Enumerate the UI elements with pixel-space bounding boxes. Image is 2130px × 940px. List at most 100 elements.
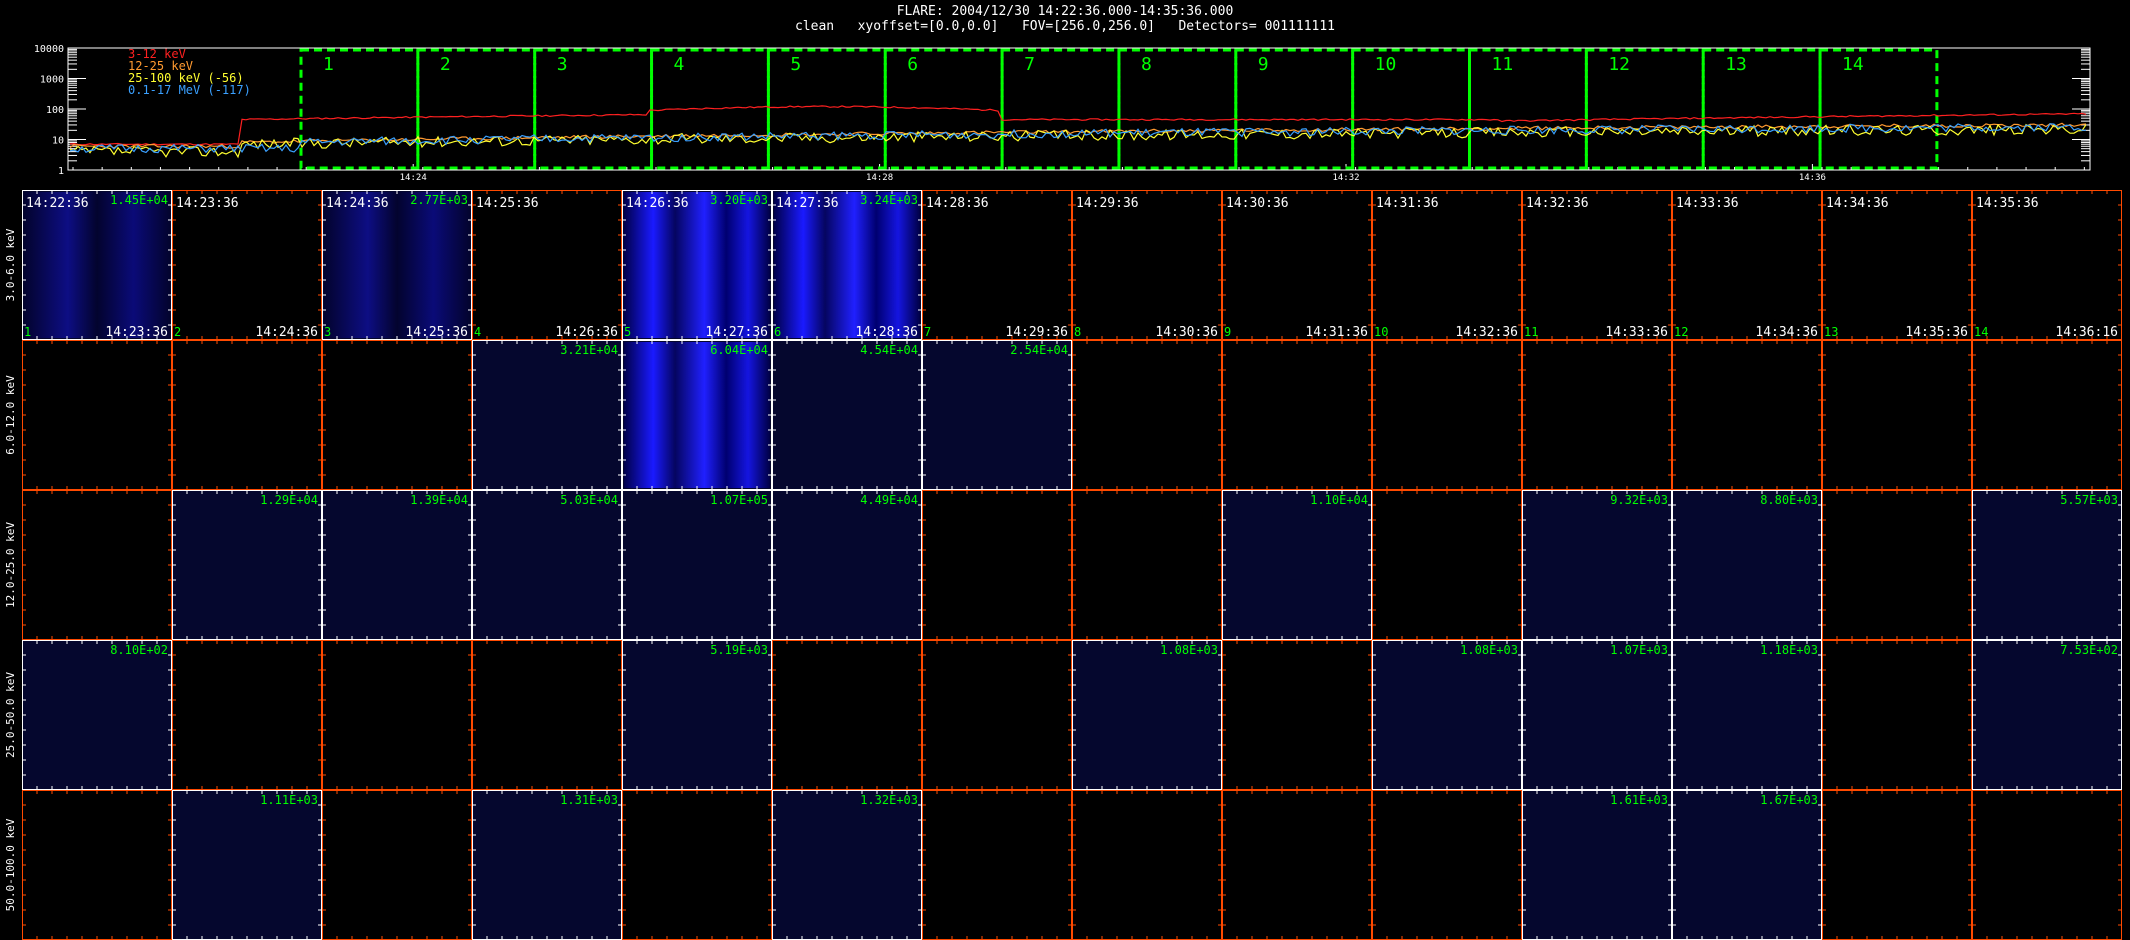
image-cell <box>22 790 172 940</box>
image-interval-number: 11 <box>1524 325 1538 339</box>
image-cell <box>1522 190 1672 340</box>
interval-end-time: 14:25:36 <box>405 325 468 340</box>
image-interval-number: 3 <box>324 325 331 339</box>
energy-band-label: 3.0-6.0 keV <box>4 228 17 301</box>
image-cell <box>922 190 1072 340</box>
image-cell <box>322 340 472 490</box>
interval-start-time: 14:34:36 <box>1826 196 1889 211</box>
image-cell <box>1072 790 1222 940</box>
peak-value: 5.57E+03 <box>2060 493 2118 507</box>
image-cell <box>472 490 622 640</box>
image-cell <box>1372 340 1522 490</box>
image-cell <box>922 340 1072 490</box>
image-interval-number: 1 <box>24 325 31 339</box>
interval-start-time: 14:24:36 <box>326 196 389 211</box>
interval-end-time: 14:32:36 <box>1455 325 1518 340</box>
image-interval-number: 5 <box>624 325 631 339</box>
image-cell <box>1672 490 1822 640</box>
interval-start-time: 14:33:36 <box>1676 196 1739 211</box>
source-emission <box>324 192 470 338</box>
peak-value: 6.04E+04 <box>710 343 768 357</box>
peak-value: 1.08E+03 <box>1160 643 1218 657</box>
peak-value: 2.77E+03 <box>410 193 468 207</box>
image-cell <box>1072 490 1222 640</box>
image-cell <box>772 640 922 790</box>
image-cell <box>472 640 622 790</box>
image-cell <box>1222 340 1372 490</box>
image-interval-number: 14 <box>1974 325 1988 339</box>
image-cell <box>322 640 472 790</box>
image-cell <box>1822 340 1972 490</box>
interval-start-time: 14:29:36 <box>1076 196 1139 211</box>
source-emission <box>774 192 920 338</box>
image-interval-number: 4 <box>474 325 481 339</box>
image-interval-number: 10 <box>1374 325 1388 339</box>
image-cell <box>1522 490 1672 640</box>
interval-end-time: 14:29:36 <box>1005 325 1068 340</box>
image-cell <box>172 640 322 790</box>
image-cell <box>1972 490 2122 640</box>
image-cell <box>22 490 172 640</box>
energy-band-label: 6.0-12.0 keV <box>4 375 17 455</box>
interval-start-time: 14:22:36 <box>26 196 89 211</box>
peak-value: 5.03E+04 <box>560 493 618 507</box>
image-cell <box>1072 190 1222 340</box>
interval-start-time: 14:35:36 <box>1976 196 2039 211</box>
image-cell <box>622 790 772 940</box>
peak-value: 1.31E+03 <box>560 793 618 807</box>
image-cell <box>922 790 1072 940</box>
image-cell <box>1372 790 1522 940</box>
image-cell <box>772 790 922 940</box>
interval-start-time: 14:23:36 <box>176 196 239 211</box>
image-cell <box>1672 790 1822 940</box>
image-cell <box>172 340 322 490</box>
image-cell <box>1822 490 1972 640</box>
peak-value: 1.67E+03 <box>1760 793 1818 807</box>
image-cell <box>172 790 322 940</box>
image-cell <box>1072 340 1222 490</box>
image-cell <box>1522 340 1672 490</box>
interval-end-time: 14:28:36 <box>855 325 918 340</box>
image-cell <box>472 190 622 340</box>
image-cell <box>1072 640 1222 790</box>
peak-value: 4.54E+04 <box>860 343 918 357</box>
peak-value: 1.08E+03 <box>1460 643 1518 657</box>
image-cell <box>1822 790 1972 940</box>
peak-value: 1.32E+03 <box>860 793 918 807</box>
image-cell <box>172 190 322 340</box>
image-cell <box>1822 190 1972 340</box>
interval-end-time: 14:33:36 <box>1605 325 1668 340</box>
image-cell <box>1522 640 1672 790</box>
image-cell <box>1372 190 1522 340</box>
image-cell <box>1972 340 2122 490</box>
image-interval-number: 6 <box>774 325 781 339</box>
image-cell <box>172 490 322 640</box>
peak-value: 3.24E+03 <box>860 193 918 207</box>
interval-start-time: 14:30:36 <box>1226 196 1289 211</box>
source-emission <box>624 342 770 488</box>
image-cell <box>1972 640 2122 790</box>
image-cell <box>772 340 922 490</box>
peak-value: 1.10E+04 <box>1310 493 1368 507</box>
peak-value: 3.21E+04 <box>560 343 618 357</box>
image-cell <box>922 640 1072 790</box>
image-cell <box>1672 640 1822 790</box>
image-cell <box>322 490 472 640</box>
peak-value: 8.10E+02 <box>110 643 168 657</box>
image-cell <box>1372 490 1522 640</box>
image-cell <box>772 490 922 640</box>
energy-band-label: 12.0-25.0 keV <box>4 522 17 608</box>
interval-start-time: 14:32:36 <box>1526 196 1589 211</box>
image-interval-number: 9 <box>1224 325 1231 339</box>
image-cell <box>1972 190 2122 340</box>
image-cell <box>622 490 772 640</box>
interval-end-time: 14:24:36 <box>255 325 318 340</box>
peak-value: 2.54E+04 <box>1010 343 1068 357</box>
image-grid: 3.0-6.0 keV6.0-12.0 keV12.0-25.0 keV25.0… <box>4 190 2122 940</box>
peak-value: 1.39E+04 <box>410 493 468 507</box>
peak-value: 7.53E+02 <box>2060 643 2118 657</box>
source-emission <box>624 192 770 338</box>
interval-end-time: 14:27:36 <box>705 325 768 340</box>
image-cell <box>1222 490 1372 640</box>
image-cell <box>322 790 472 940</box>
